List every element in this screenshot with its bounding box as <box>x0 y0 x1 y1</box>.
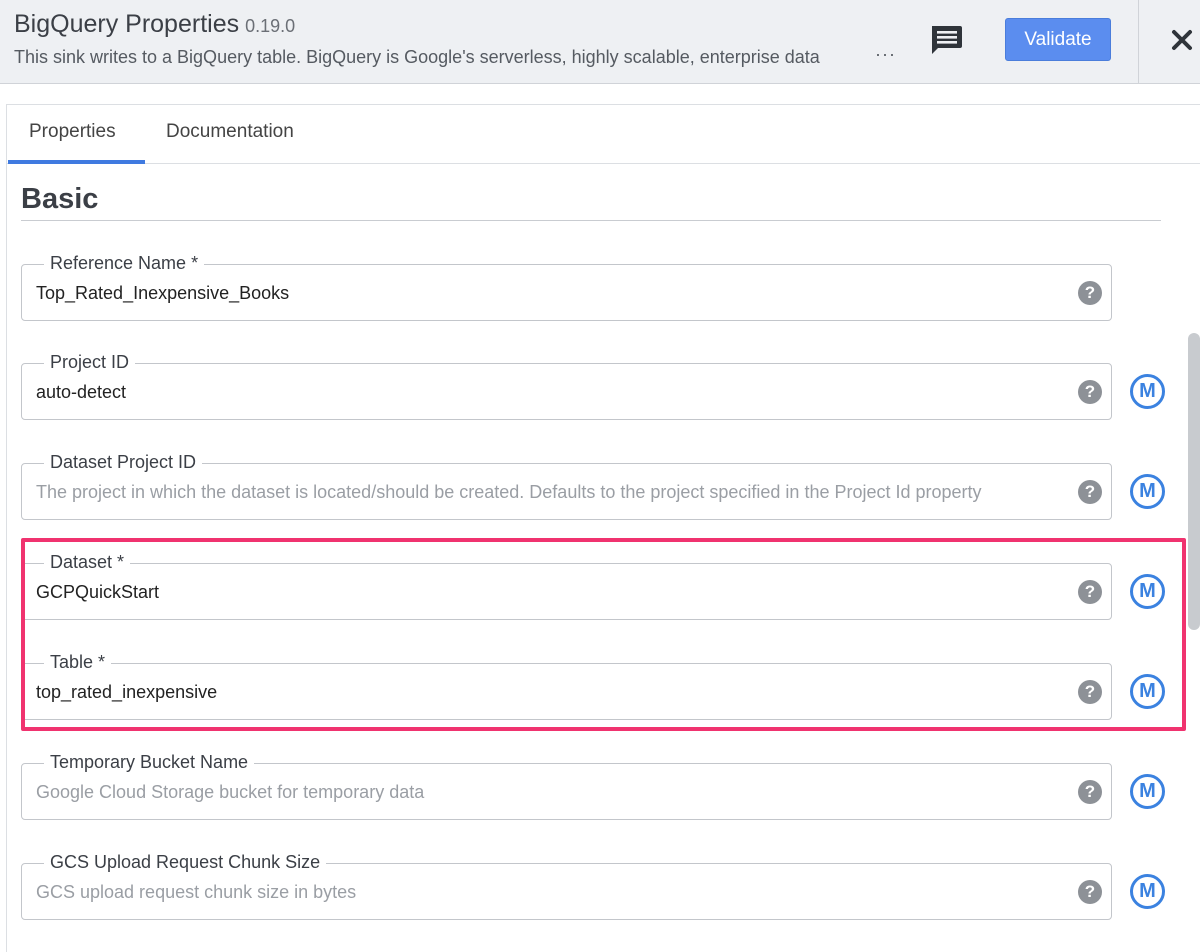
help-icon[interactable]: ? <box>1078 780 1102 804</box>
field-label: GCS Upload Request Chunk Size <box>44 852 327 873</box>
dataset-project-id-field[interactable]: Dataset Project ID The project in which … <box>21 452 1112 520</box>
header-divider <box>1138 0 1139 84</box>
plugin-version: 0.19.0 <box>245 16 296 36</box>
field-label: Dataset * <box>44 552 131 573</box>
reference-name-input[interactable]: Top_Rated_Inexpensive_Books <box>36 283 1056 304</box>
section-title: Basic <box>21 183 99 215</box>
tab-properties[interactable]: Properties <box>29 121 116 143</box>
field-label: Project ID <box>44 352 136 373</box>
dataset-input[interactable]: GCPQuickStart <box>36 582 1056 603</box>
close-icon[interactable] <box>1168 26 1196 54</box>
properties-panel: Properties Documentation <box>6 104 1200 952</box>
temporary-bucket-field[interactable]: Temporary Bucket Name Google Cloud Stora… <box>21 752 1112 820</box>
help-icon[interactable]: ? <box>1078 580 1102 604</box>
help-icon[interactable]: ? <box>1078 880 1102 904</box>
field-label: Dataset Project ID <box>44 452 203 473</box>
plugin-name: BigQuery Properties <box>14 10 240 38</box>
active-tab-indicator <box>8 160 145 164</box>
tab-bar: Properties Documentation <box>7 105 1200 164</box>
modal-header: BigQuery Properties 0.19.0 This sink writ… <box>0 0 1200 84</box>
macro-icon[interactable]: M <box>1130 874 1165 909</box>
field-label: Table * <box>44 652 112 673</box>
comment-icon[interactable] <box>928 22 964 58</box>
section-divider <box>21 220 1161 221</box>
help-icon[interactable]: ? <box>1078 380 1102 404</box>
field-label: Reference Name * <box>44 253 205 274</box>
macro-icon[interactable]: M <box>1130 774 1165 809</box>
help-icon[interactable]: ? <box>1078 480 1102 504</box>
macro-icon[interactable]: M <box>1130 374 1165 409</box>
macro-icon[interactable]: M <box>1130 574 1165 609</box>
table-input[interactable]: top_rated_inexpensive <box>36 682 1056 703</box>
reference-name-field[interactable]: Reference Name * Top_Rated_Inexpensive_B… <box>21 253 1112 321</box>
modal-title: BigQuery Properties 0.19.0 <box>14 10 295 39</box>
project-id-field[interactable]: Project ID auto-detect ? <box>21 352 1112 420</box>
table-field[interactable]: Table * top_rated_inexpensive ? <box>21 652 1112 720</box>
temporary-bucket-input[interactable]: Google Cloud Storage bucket for temporar… <box>36 782 1056 803</box>
gcs-chunk-size-field[interactable]: GCS Upload Request Chunk Size GCS upload… <box>21 852 1112 920</box>
macro-icon[interactable]: M <box>1130 474 1165 509</box>
validate-button[interactable]: Validate <box>1005 18 1111 61</box>
help-icon[interactable]: ? <box>1078 281 1102 305</box>
plugin-description: This sink writes to a BigQuery table. Bi… <box>14 47 820 67</box>
help-icon[interactable]: ? <box>1078 680 1102 704</box>
description-more-button[interactable]: ··· <box>875 44 896 65</box>
gcs-chunk-size-input[interactable]: GCS upload request chunk size in bytes <box>36 882 1056 903</box>
macro-icon[interactable]: M <box>1130 674 1165 709</box>
field-label: Temporary Bucket Name <box>44 752 255 773</box>
project-id-input[interactable]: auto-detect <box>36 382 1056 403</box>
tab-documentation[interactable]: Documentation <box>166 121 294 143</box>
dataset-field[interactable]: Dataset * GCPQuickStart ? <box>21 552 1112 620</box>
scrollbar-thumb[interactable] <box>1188 333 1200 630</box>
dataset-project-id-input[interactable]: The project in which the dataset is loca… <box>36 482 1056 503</box>
